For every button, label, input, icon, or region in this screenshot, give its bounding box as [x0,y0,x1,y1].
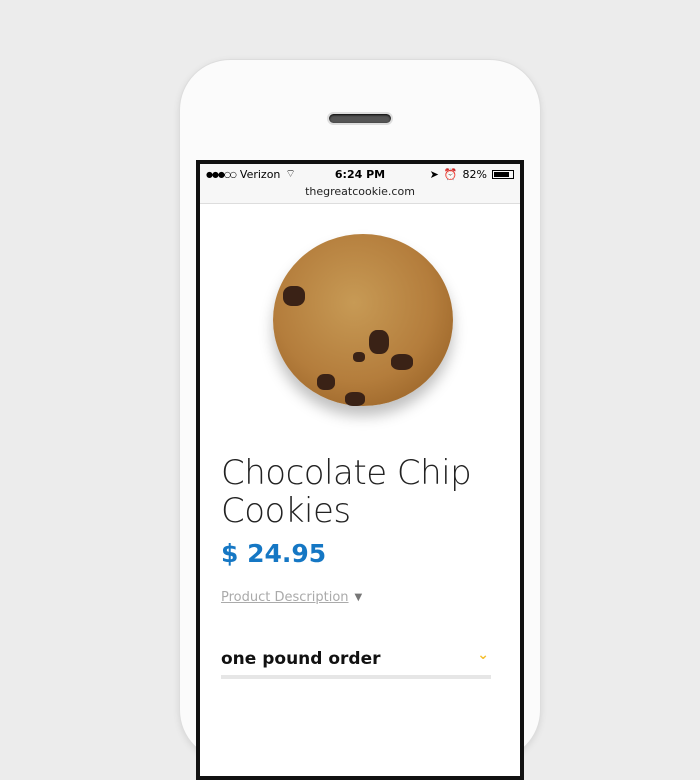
product-description-toggle[interactable]: Product Description ▼ [221,590,362,605]
order-size-select[interactable]: one pound order ⌄ [221,647,491,679]
signal-icon: ●●●○○ [206,169,237,179]
product-price: $ 24.95 [221,539,327,568]
battery-percent: 82% [462,167,487,181]
chevron-down-icon: ▼ [354,592,363,603]
product-title: Chocolate Chip Cookies [221,453,472,531]
alarm-icon: ⏰ [443,167,458,181]
chevron-down-icon: ⌄ [477,647,489,663]
location-icon: ➤ [429,167,439,181]
screen: ●●●○○ Verizon ⌔ 6:24 PM ➤ ⏰ 82% thegreat… [196,160,524,780]
speaker [327,112,393,125]
battery-icon [492,169,514,179]
carrier: Verizon [239,167,281,181]
status-bar: ●●●○○ Verizon ⌔ 6:24 PM ➤ ⏰ 82% [200,164,520,184]
wifi-icon: ⌔ [285,167,296,180]
product-image [273,234,453,406]
url-bar[interactable]: thegreatcookie.com [200,184,520,204]
phone-frame: ●●●○○ Verizon ⌔ 6:24 PM ➤ ⏰ 82% thegreat… [180,60,540,780]
